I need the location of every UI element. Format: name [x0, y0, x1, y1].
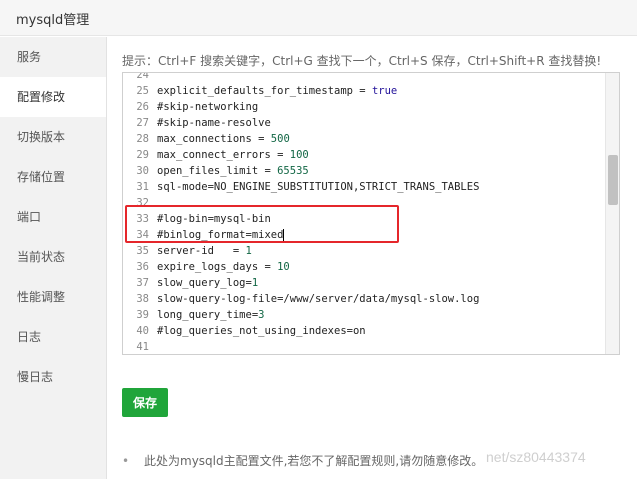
sidebar-item[interactable]: 当前状态: [0, 237, 106, 277]
code-text: server-id =: [157, 245, 246, 257]
editor-scroll-thumb[interactable]: [608, 155, 618, 205]
code-line[interactable]: 24: [123, 72, 605, 83]
code-line[interactable]: 31 sql-mode=NO_ENGINE_SUBSTITUTION,STRICT…: [123, 179, 605, 195]
line-number: 41: [136, 341, 149, 353]
line-number: 27: [136, 117, 149, 129]
line-number: 31: [136, 181, 149, 193]
sidebar-item[interactable]: 切换版本: [0, 117, 106, 157]
code-value: 1: [251, 277, 259, 289]
code-text: slow_query_log=: [157, 277, 252, 289]
code-value: 100: [289, 149, 309, 161]
code-line[interactable]: 38 slow-query-log-file=/www/server/data/m…: [123, 291, 605, 307]
sidebar-item[interactable]: 日志: [0, 317, 106, 357]
sidebar-item[interactable]: 端口: [0, 197, 106, 237]
code-line[interactable]: 40 #log_queries_not_using_indexes=on: [123, 323, 605, 339]
code-line[interactable]: 34 #binlog_format=mixed: [123, 227, 605, 243]
code-text: open_files_limit =: [157, 165, 278, 177]
line-number: 39: [136, 309, 149, 321]
editor-lines[interactable]: 24 25 explicit_defaults_for_timestamp = tr…: [123, 72, 605, 354]
code-line[interactable]: 27 #skip-name-resolve: [123, 115, 605, 131]
code-line[interactable]: 26 #skip-networking: [123, 99, 605, 115]
sidebar-item[interactable]: 性能调整: [0, 277, 106, 317]
line-number: 28: [136, 133, 149, 145]
code-text: #skip-name-resolve: [157, 117, 271, 129]
line-number: 38: [136, 293, 149, 305]
code-text: max_connections =: [157, 133, 271, 145]
code-text: explicit_defaults_for_timestamp =: [157, 85, 372, 97]
code-value: true: [371, 85, 398, 97]
line-number: 33: [136, 213, 149, 225]
editor-scrollbar[interactable]: [605, 73, 619, 354]
line-number: 24: [136, 72, 149, 81]
code-line[interactable]: 37 slow_query_log=1: [123, 275, 605, 291]
sidebar-item[interactable]: 服务: [0, 37, 106, 77]
line-number: 36: [136, 261, 149, 273]
window-title: mysqld管理: [16, 13, 90, 28]
code-line[interactable]: 36 expire_logs_days = 10: [123, 259, 605, 275]
line-number: 34: [136, 229, 149, 241]
sidebar-item[interactable]: 存储位置: [0, 157, 106, 197]
sidebar: 服务 配置修改 切换版本 存储位置 端口 当前状态 性能调整 日志 慢日志: [0, 37, 107, 479]
code-text: sql-mode=NO_ENGINE_SUBSTITUTION,STRICT_T…: [157, 181, 480, 193]
code-text: slow-query-log-file=/www/server/data/mys…: [157, 293, 480, 305]
code-text: long_query_time=: [157, 309, 259, 321]
code-text: expire_logs_days =: [157, 261, 278, 273]
code-line[interactable]: 35 server-id = 1: [123, 243, 605, 259]
line-number: 40: [136, 325, 149, 337]
line-number: 32: [136, 197, 149, 209]
line-number: 37: [136, 277, 149, 289]
code-text: max_connect_errors =: [157, 149, 290, 161]
code-value: 3: [258, 309, 265, 321]
line-number: 29: [136, 149, 149, 161]
sidebar-item[interactable]: 慢日志: [0, 357, 106, 397]
code-line[interactable]: 29 max_connect_errors = 100: [123, 147, 605, 163]
config-note-text: 此处为mysqld主配置文件,若您不了解配置规则,请勿随意修改。: [144, 454, 484, 468]
code-text: #binlog_format=mixed: [157, 229, 284, 241]
watermark: net/sz80443374: [486, 449, 586, 465]
line-number: 25: [136, 85, 149, 97]
sidebar-item[interactable]: 配置修改: [0, 77, 106, 117]
text-cursor: [283, 229, 285, 241]
code-line[interactable]: 39 long_query_time=3: [123, 307, 605, 323]
code-value: 65535: [277, 165, 309, 177]
code-line[interactable]: 32: [123, 195, 605, 211]
code-line[interactable]: 30 open_files_limit = 65535: [123, 163, 605, 179]
window-titlebar: mysqld管理: [0, 0, 637, 36]
editor-hint: 提示：Ctrl+F 搜索关键字，Ctrl+G 查找下一个，Ctrl+S 保存，C…: [122, 54, 602, 68]
code-line[interactable]: 28 max_connections = 500: [123, 131, 605, 147]
code-value: 1: [245, 245, 252, 257]
code-text: #log-bin=mysql-bin: [157, 213, 271, 225]
line-number: 30: [136, 165, 149, 177]
line-number: 26: [136, 101, 149, 113]
code-text: #log_queries_not_using_indexes=on: [157, 325, 366, 337]
code-text: #skip-networking: [157, 101, 259, 113]
code-line[interactable]: 41: [123, 339, 605, 354]
code-line[interactable]: 33 #log-bin=mysql-bin: [123, 211, 605, 227]
bullet-icon: •: [122, 454, 130, 468]
code-value: 500: [270, 133, 290, 145]
line-number: 35: [136, 245, 149, 257]
save-button[interactable]: 保存: [122, 388, 168, 417]
config-editor[interactable]: 24 25 explicit_defaults_for_timestamp = tr…: [122, 72, 620, 355]
code-value: 10: [277, 261, 290, 273]
config-note: • 此处为mysqld主配置文件,若您不了解配置规则,请勿随意修改。: [122, 452, 483, 469]
code-line[interactable]: 25 explicit_defaults_for_timestamp = true: [123, 83, 605, 99]
